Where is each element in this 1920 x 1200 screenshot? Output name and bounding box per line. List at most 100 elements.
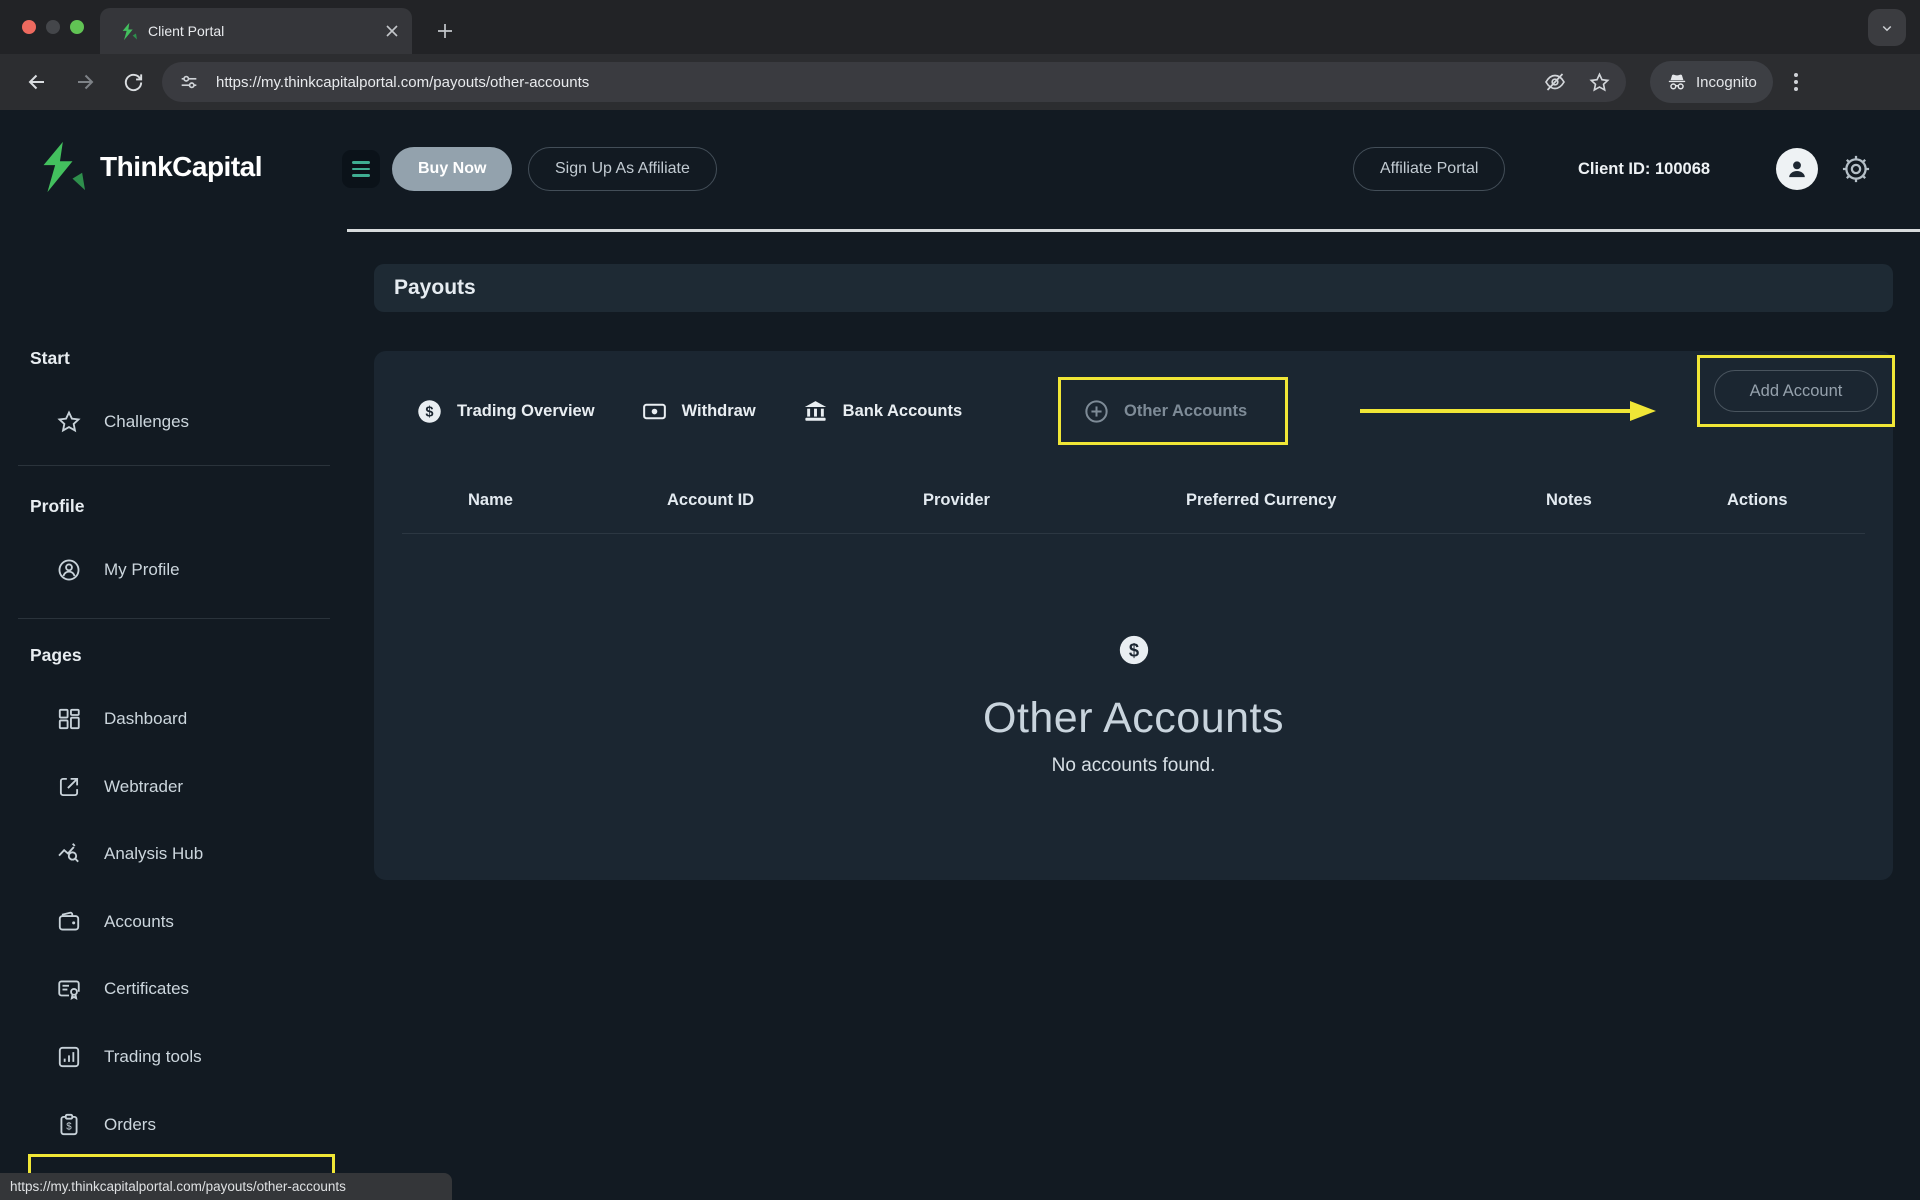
incognito-badge: Incognito	[1650, 61, 1773, 103]
eye-off-icon[interactable]	[1542, 69, 1568, 95]
sidebar-item-webtrader[interactable]: Webtrader	[0, 768, 347, 806]
empty-state: $ Other Accounts No accounts found.	[374, 633, 1893, 777]
url-text[interactable]: https://my.thinkcapitalportal.com/payout…	[216, 74, 1542, 91]
incognito-label: Incognito	[1696, 74, 1757, 91]
sidebar-divider	[18, 465, 330, 466]
sidebar-item-label: Dashboard	[104, 709, 187, 729]
sidebar-item-certificates[interactable]: Certificates	[0, 970, 347, 1008]
page-title: Payouts	[394, 276, 476, 300]
favicon-logo-icon	[118, 22, 138, 41]
sidebar-item-label: Trading tools	[104, 1047, 202, 1067]
column-header-name: Name	[468, 491, 513, 510]
bank-icon	[802, 398, 829, 425]
browser-toolbar: https://my.thinkcapitalportal.com/payout…	[0, 54, 1920, 110]
browser-menu-button[interactable]	[1782, 67, 1810, 97]
tab-label: Bank Accounts	[843, 402, 963, 421]
tab-bank-accounts[interactable]: Bank Accounts	[802, 398, 963, 425]
status-url: https://my.thinkcapitalportal.com/payout…	[10, 1179, 346, 1194]
client-portal-app: ThinkCapital Buy Now Sign Up As Affiliat…	[0, 110, 1920, 1200]
brand-name: ThinkCapital	[100, 151, 262, 183]
tab-title: Client Portal	[148, 23, 384, 39]
back-arrow-icon	[25, 70, 49, 94]
reload-icon	[122, 71, 145, 94]
external-link-icon	[56, 774, 82, 800]
chart-magnifier-icon	[56, 841, 82, 867]
sidebar-item-orders[interactable]: $ Orders	[0, 1106, 347, 1144]
status-bar: https://my.thinkcapitalportal.com/payout…	[0, 1173, 452, 1200]
close-tab-icon[interactable]	[384, 23, 400, 39]
sidebar-section-start: Start	[30, 348, 70, 369]
cash-icon	[641, 398, 668, 425]
new-tab-button[interactable]	[430, 16, 460, 46]
tab-label: Other Accounts	[1124, 402, 1247, 421]
tab-label: Withdraw	[682, 402, 756, 421]
reload-button[interactable]	[118, 67, 148, 97]
wallet-icon	[56, 909, 82, 935]
certificate-icon	[56, 976, 82, 1002]
dollar-circle-filled-icon: $	[416, 398, 443, 425]
sidebar-item-label: Certificates	[104, 979, 189, 999]
sidebar-item-label: My Profile	[104, 560, 180, 580]
close-window-button[interactable]	[22, 20, 36, 34]
empty-state-title: Other Accounts	[374, 694, 1893, 743]
screen: Client Portal	[0, 0, 1920, 1200]
sidebar-divider	[18, 618, 330, 619]
avatar[interactable]	[1776, 148, 1818, 190]
affiliate-portal-button[interactable]: Affiliate Portal	[1353, 147, 1505, 191]
clipboard-dollar-icon: $	[56, 1112, 82, 1138]
buy-now-button[interactable]: Buy Now	[392, 147, 512, 191]
column-header-provider: Provider	[923, 491, 990, 510]
kebab-menu-icon	[1786, 71, 1806, 93]
bar-chart-icon	[56, 1044, 82, 1070]
annotation-arrow	[1358, 397, 1658, 425]
site-settings-icon[interactable]	[176, 69, 202, 95]
tab-withdraw[interactable]: Withdraw	[641, 398, 756, 425]
sidebar-item-challenges[interactable]: Challenges	[0, 403, 347, 441]
table-header-divider	[402, 533, 1865, 534]
browser-tab[interactable]: Client Portal	[100, 8, 412, 54]
sidebar-item-accounts[interactable]: Accounts	[0, 903, 347, 941]
brand[interactable]: ThinkCapital	[30, 140, 262, 194]
forward-button[interactable]	[70, 67, 100, 97]
payouts-card: $ Trading Overview Withdraw	[374, 351, 1893, 880]
page-title-bar: Payouts	[374, 264, 1893, 312]
svg-text:$: $	[66, 1121, 72, 1132]
svg-text:$: $	[425, 404, 433, 420]
plus-icon	[436, 22, 454, 40]
sidebar-toggle-button[interactable]	[342, 150, 380, 188]
settings-button[interactable]	[1840, 153, 1872, 185]
svg-text:$: $	[1128, 640, 1138, 661]
annotation-box-add-account: Add Account	[1697, 355, 1895, 427]
sign-up-affiliate-button[interactable]: Sign Up As Affiliate	[528, 147, 717, 191]
tab-label: Trading Overview	[457, 402, 595, 421]
back-button[interactable]	[22, 67, 52, 97]
tab-other-accounts[interactable]: Other Accounts	[1083, 398, 1247, 425]
tab-trading-overview[interactable]: $ Trading Overview	[416, 398, 595, 425]
empty-state-message: No accounts found.	[374, 755, 1893, 777]
thinkcapital-logo-icon	[30, 140, 88, 194]
zoom-window-button[interactable]	[70, 20, 84, 34]
client-id-label: Client ID: 100068	[1578, 160, 1710, 179]
address-bar[interactable]: https://my.thinkcapitalportal.com/payout…	[162, 62, 1626, 102]
sidebar-item-label: Orders	[104, 1115, 156, 1135]
star-icon	[56, 409, 82, 435]
sidebar-item-trading-tools[interactable]: Trading tools	[0, 1038, 347, 1076]
window-controls	[22, 20, 84, 34]
bookmark-star-icon[interactable]	[1586, 69, 1612, 95]
dollar-circle-filled-icon: $	[1117, 633, 1151, 667]
sidebar-item-my-profile[interactable]: My Profile	[0, 551, 347, 589]
person-circle-icon	[56, 557, 82, 583]
sidebar: Start Challenges Profile My Profile Page…	[0, 228, 347, 1200]
sidebar-item-label: Challenges	[104, 412, 189, 432]
person-icon	[1784, 156, 1810, 182]
sidebar-section-pages: Pages	[30, 645, 82, 666]
plus-circle-icon	[1083, 398, 1110, 425]
column-header-account-id: Account ID	[667, 491, 754, 510]
incognito-icon	[1666, 71, 1688, 93]
sidebar-item-label: Analysis Hub	[104, 844, 203, 864]
sidebar-item-analysis-hub[interactable]: Analysis Hub	[0, 835, 347, 873]
tab-search-button[interactable]	[1868, 9, 1906, 46]
add-account-button[interactable]: Add Account	[1714, 370, 1878, 412]
sidebar-item-dashboard[interactable]: Dashboard	[0, 700, 347, 738]
minimize-window-button[interactable]	[46, 20, 60, 34]
